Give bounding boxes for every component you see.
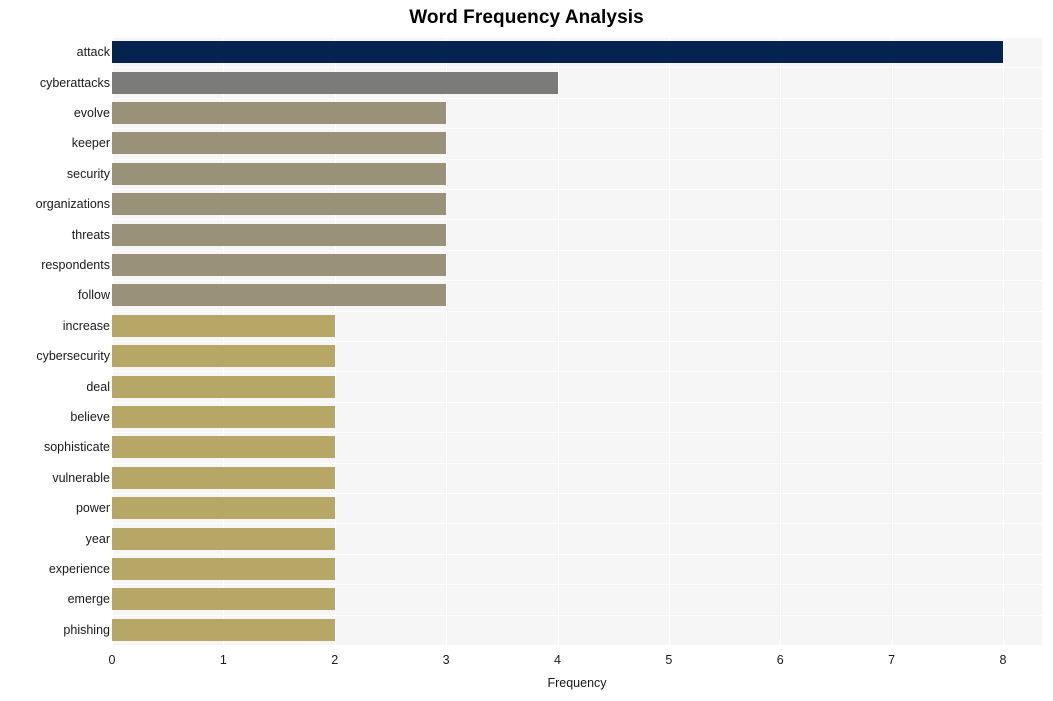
- y-axis-label: power: [75, 501, 110, 516]
- y-axis-label: security: [66, 166, 110, 181]
- bars-group: [112, 37, 1042, 645]
- y-axis-label: year: [85, 531, 110, 546]
- y-axis-label: cybersecurity: [36, 349, 110, 364]
- bar[interactable]: [112, 284, 447, 307]
- chart-title: Word Frequency Analysis: [409, 7, 644, 28]
- y-axis-label: increase: [62, 318, 110, 333]
- bar[interactable]: [112, 558, 335, 580]
- y-axis-label: attack: [76, 45, 110, 60]
- x-axis-tick: 0: [108, 653, 116, 667]
- x-axis-tick: 5: [665, 653, 673, 667]
- bar[interactable]: [112, 162, 447, 185]
- x-axis-tick: 4: [554, 653, 561, 667]
- y-axis-label: follow: [78, 288, 110, 303]
- bar[interactable]: [112, 254, 447, 276]
- word-frequency-bar-chart: Word Frequency Analysis attack cyberattac…: [0, 0, 1053, 701]
- y-axis-label: deal: [86, 379, 110, 394]
- y-axis-label: experience: [48, 562, 110, 576]
- y-axis-label: threats: [71, 227, 110, 242]
- y-axis-label: sophisticate: [43, 440, 110, 455]
- y-axis-label: vulnerable: [52, 470, 110, 485]
- y-axis-label: organizations: [35, 197, 110, 212]
- bar[interactable]: [112, 41, 1004, 64]
- y-axis-label: emerge: [67, 592, 110, 607]
- bar[interactable]: [112, 132, 447, 155]
- bar[interactable]: [112, 466, 335, 489]
- bar[interactable]: [112, 314, 335, 337]
- bar[interactable]: [112, 406, 335, 428]
- y-axis-label: keeper: [71, 136, 110, 151]
- x-axis-title: Frequency: [547, 676, 607, 690]
- y-axis-label: cyberattacks: [39, 75, 110, 90]
- y-axis-label: evolve: [73, 106, 110, 120]
- bar[interactable]: [112, 102, 447, 124]
- bar[interactable]: [112, 436, 335, 459]
- x-axis-tick: 8: [999, 653, 1007, 667]
- bar[interactable]: [112, 527, 335, 550]
- bar[interactable]: [112, 588, 335, 611]
- bar[interactable]: [112, 71, 558, 94]
- x-axis-tick: 1: [219, 653, 227, 667]
- x-axis-tick: 3: [442, 653, 450, 667]
- x-axis-tick: 6: [776, 653, 784, 667]
- y-axis-label: believe: [70, 410, 110, 424]
- bar[interactable]: [112, 375, 335, 398]
- bar[interactable]: [112, 223, 447, 246]
- bar[interactable]: [112, 193, 447, 216]
- plot-area: [112, 37, 1042, 646]
- x-axis-tick: 2: [331, 653, 339, 667]
- gridline-horizontal: [112, 645, 1042, 646]
- x-axis-tick: 7: [888, 653, 896, 667]
- bar[interactable]: [112, 345, 335, 368]
- y-axis-label: respondents: [41, 258, 110, 272]
- bar[interactable]: [112, 618, 335, 641]
- y-axis-label: phishing: [63, 622, 110, 637]
- bar[interactable]: [112, 497, 335, 520]
